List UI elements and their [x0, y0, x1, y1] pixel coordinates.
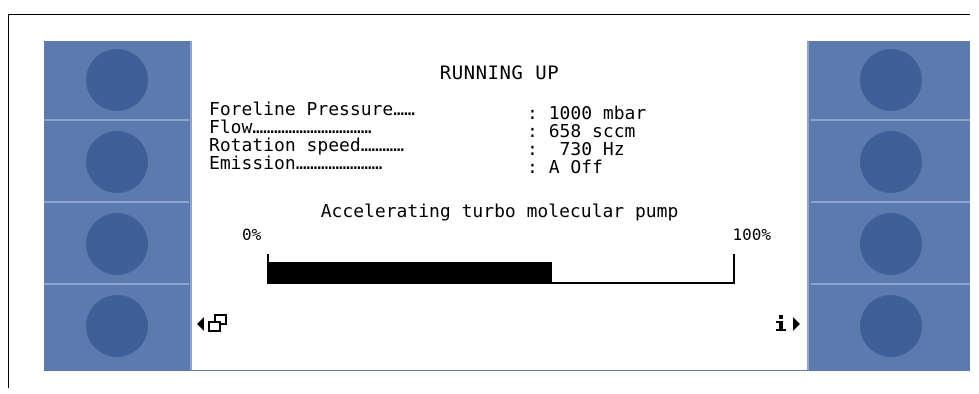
softkey-right-3-circle[interactable] — [859, 213, 922, 275]
readout-label: Foreline Pressure…… — [209, 101, 415, 119]
softkey-left-3-circle[interactable] — [85, 213, 148, 275]
softkey-right-1-circle[interactable] — [859, 49, 922, 111]
left-softkeys — [44, 41, 189, 371]
readout-label: Flow…………………………… — [209, 119, 372, 137]
display-screen: RUNNING UP Foreline Pressure……: 1000 mba… — [190, 41, 809, 370]
softkey-right-4[interactable] — [811, 287, 970, 367]
readout-row-emission: Emission……………………: A Off — [209, 155, 646, 177]
readout-label: Emission…………………… — [209, 155, 383, 173]
arrow-left-window-icon[interactable] — [196, 313, 236, 339]
readout-list: Foreline Pressure……: 1000 mbar Flow……………… — [209, 101, 646, 177]
softkey-right-2[interactable] — [811, 123, 970, 203]
softkey-left-3[interactable] — [44, 205, 189, 285]
softkey-left-4-circle[interactable] — [85, 295, 148, 357]
progress-bar-fill — [269, 262, 553, 284]
readout-label: Rotation speed………… — [209, 137, 405, 155]
softkey-left-2-circle[interactable] — [85, 131, 148, 193]
readout-row-rotation-speed: Rotation speed…………: 730 Hz — [209, 137, 646, 159]
status-text: Accelerating turbo molecular pump — [320, 201, 679, 222]
softkey-left-2[interactable] — [44, 123, 189, 203]
softkey-right-4-circle[interactable] — [859, 295, 922, 357]
progress-bar — [267, 254, 735, 284]
readout-row-foreline-pressure: Foreline Pressure……: 1000 mbar — [209, 101, 646, 123]
info-arrow-right-icon-svg — [776, 315, 800, 331]
softkey-left-1-circle[interactable] — [85, 49, 148, 111]
softkey-right-3[interactable] — [811, 205, 970, 285]
arrow-left-window-icon-svg — [197, 314, 227, 332]
progress-min-label: 0% — [242, 225, 262, 244]
info-arrow-right-icon[interactable] — [771, 313, 803, 339]
softkey-right-2-circle[interactable] — [859, 131, 922, 193]
readout-separator: : — [527, 157, 549, 178]
softkey-right-1[interactable] — [811, 41, 970, 121]
right-softkeys — [811, 41, 970, 371]
readout-value: A Off — [548, 157, 603, 178]
readout-row-flow: Flow……………………………: 658 sccm — [209, 119, 646, 141]
softkey-left-4[interactable] — [44, 287, 189, 367]
progress-max-label: 100% — [732, 225, 771, 244]
softkey-left-1[interactable] — [44, 41, 189, 121]
screen-title: RUNNING UP — [439, 62, 560, 84]
